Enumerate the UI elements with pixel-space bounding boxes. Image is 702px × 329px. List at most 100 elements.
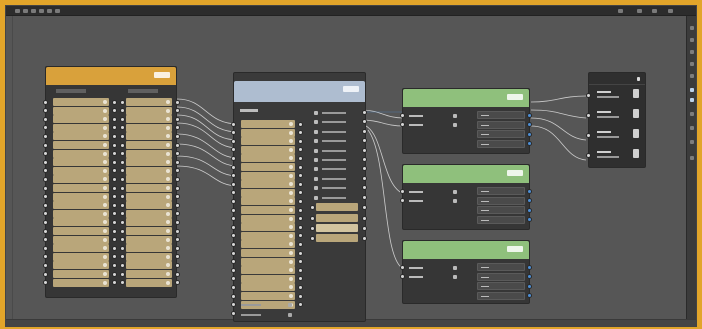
parameter-field[interactable] (126, 209, 172, 218)
field-toggle[interactable] (166, 134, 170, 139)
input-socket[interactable] (231, 233, 236, 239)
input-socket[interactable] (120, 116, 125, 122)
input-socket[interactable] (120, 194, 125, 200)
output-socket[interactable] (362, 175, 367, 181)
wire[interactable] (530, 117, 587, 141)
output-socket[interactable] (298, 216, 303, 222)
parameter-field[interactable] (53, 123, 109, 132)
output-socket[interactable] (527, 264, 532, 270)
input-socket[interactable] (310, 225, 315, 231)
output-socket[interactable] (527, 283, 532, 289)
parameter-field[interactable] (53, 166, 109, 175)
field-toggle[interactable] (289, 276, 293, 281)
parameter-field[interactable] (53, 175, 109, 184)
output-socket[interactable] (175, 176, 180, 182)
input-socket[interactable] (120, 228, 125, 234)
green-node-3-badge[interactable] (507, 246, 523, 252)
output-socket[interactable] (527, 141, 532, 146)
field-toggle[interactable] (103, 117, 107, 122)
wire[interactable] (530, 109, 587, 119)
input-socket[interactable] (400, 265, 405, 270)
field-toggle[interactable] (289, 294, 293, 298)
field-toggle[interactable] (166, 211, 170, 216)
input-socket[interactable] (120, 262, 125, 268)
input-field[interactable] (241, 197, 295, 206)
link-icon[interactable] (453, 266, 457, 270)
output-socket[interactable] (298, 259, 303, 265)
parameter-field[interactable] (126, 192, 172, 201)
output-toggle[interactable] (633, 129, 639, 138)
input-socket[interactable] (43, 245, 48, 251)
input-socket[interactable] (231, 198, 236, 204)
field-toggle[interactable] (166, 186, 170, 190)
parameter-field[interactable] (53, 141, 109, 149)
input-field[interactable] (241, 274, 295, 283)
output-socket[interactable] (362, 138, 367, 144)
output-socket[interactable] (112, 202, 117, 208)
parameter-field[interactable] (53, 244, 109, 253)
parameter-field[interactable] (126, 278, 172, 287)
input-socket[interactable] (231, 130, 236, 136)
input-field[interactable] (241, 120, 295, 128)
input-socket[interactable] (231, 302, 236, 308)
parameter-field[interactable] (53, 278, 109, 287)
value-field[interactable] (477, 120, 525, 129)
field-toggle[interactable] (289, 251, 293, 255)
zoom-icon[interactable] (39, 9, 44, 13)
green-node-1[interactable] (400, 88, 532, 154)
parameter-field[interactable] (53, 270, 109, 278)
input-socket[interactable] (43, 116, 48, 122)
field-toggle[interactable] (289, 147, 293, 152)
output-socket[interactable] (298, 155, 303, 161)
output-socket[interactable] (175, 185, 180, 191)
input-socket[interactable] (231, 241, 236, 247)
input-socket[interactable] (120, 133, 125, 139)
parameter-field[interactable] (126, 261, 172, 270)
input-field[interactable] (241, 188, 295, 197)
field-toggle[interactable] (289, 242, 293, 247)
input-field[interactable] (241, 180, 295, 189)
field-toggle[interactable] (166, 220, 170, 225)
tool-icon-active-2[interactable] (690, 98, 694, 102)
input-field[interactable] (241, 292, 295, 300)
parameter-field[interactable] (53, 158, 109, 167)
output-socket[interactable] (298, 164, 303, 170)
output-socket[interactable] (112, 194, 117, 200)
field-toggle[interactable] (103, 211, 107, 216)
output-socket[interactable] (175, 133, 180, 139)
parameter-field[interactable] (126, 175, 172, 184)
selectable-field[interactable] (316, 224, 358, 232)
wire[interactable] (176, 155, 239, 177)
parameter-field[interactable] (126, 235, 172, 244)
output-socket[interactable] (175, 262, 180, 268)
input-socket[interactable] (231, 173, 236, 179)
parameter-field[interactable] (126, 132, 172, 141)
wire[interactable] (176, 143, 239, 167)
input-socket[interactable] (231, 259, 236, 265)
minimize-icon[interactable] (618, 9, 623, 13)
parameter-field[interactable] (53, 184, 109, 192)
field-toggle[interactable] (103, 280, 107, 285)
input-field[interactable] (241, 257, 295, 266)
field-toggle[interactable] (166, 143, 170, 147)
parameter-field[interactable] (126, 158, 172, 167)
output-socket[interactable] (298, 276, 303, 282)
value-field[interactable] (477, 111, 525, 119)
input-socket[interactable] (120, 185, 125, 191)
output-socket[interactable] (175, 254, 180, 260)
output-socket[interactable] (298, 250, 303, 256)
value-field[interactable] (477, 187, 525, 195)
field-toggle[interactable] (166, 168, 170, 173)
input-socket[interactable] (400, 198, 405, 203)
tool-icon-4[interactable] (690, 62, 694, 66)
output-socket[interactable] (175, 219, 180, 225)
field-toggle[interactable] (103, 229, 107, 233)
field-toggle[interactable] (289, 199, 293, 204)
wire[interactable] (530, 125, 587, 161)
input-socket[interactable] (231, 224, 236, 230)
field-toggle[interactable] (103, 125, 107, 130)
input-socket[interactable] (231, 250, 236, 256)
input-socket[interactable] (43, 202, 48, 208)
tool-icon-5[interactable] (690, 74, 694, 78)
parameter-field[interactable] (53, 132, 109, 141)
